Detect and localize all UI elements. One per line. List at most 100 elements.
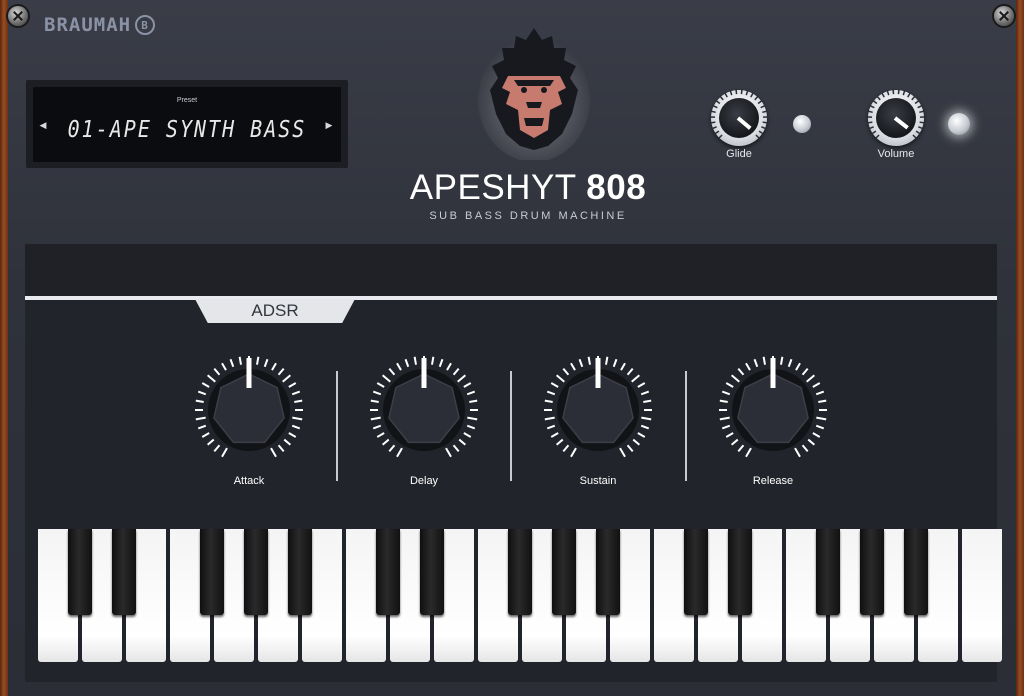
knob-tick (466, 390, 476, 396)
knob-tick (201, 382, 210, 388)
knob-tick (907, 92, 911, 98)
knob-tick (562, 367, 570, 376)
knob-tick (291, 390, 301, 396)
attack-knob[interactable] (193, 354, 305, 466)
piano-black-key[interactable] (860, 529, 884, 615)
knob-tick (912, 134, 918, 140)
knob-tick (730, 374, 740, 383)
piano-black-key[interactable] (684, 529, 708, 615)
tab-adsr[interactable]: ADSR (195, 299, 355, 323)
wood-side-left (0, 0, 8, 696)
knob-tick (546, 390, 556, 396)
knob-tick (463, 432, 472, 438)
knob-tick (712, 104, 718, 109)
knob-tick (372, 390, 382, 396)
knob-tick (469, 399, 478, 403)
piano-black-key[interactable] (508, 529, 532, 615)
piano-black-key[interactable] (728, 529, 752, 615)
knob-tick (555, 438, 564, 446)
knob-tick (719, 95, 724, 101)
glide-knob[interactable] (709, 89, 769, 146)
knob-tick (762, 356, 766, 365)
knob-tick (555, 374, 565, 383)
knob-tick (271, 362, 277, 371)
piano-black-key[interactable] (376, 529, 400, 615)
piano-black-key[interactable] (420, 529, 444, 615)
knob-tick (195, 416, 206, 421)
knob-tick (388, 367, 396, 376)
screw-icon (8, 6, 28, 26)
knob-tick (721, 390, 731, 396)
knob-tick (294, 399, 303, 403)
knob-separator (336, 371, 338, 481)
knob-tick (388, 444, 396, 453)
knob-tick (562, 444, 570, 453)
knob-tick (710, 110, 716, 114)
knob-tick (750, 92, 754, 98)
piano-black-key[interactable] (552, 529, 576, 615)
product-title-bold: 808 (586, 168, 647, 207)
delay-label: Delay (409, 475, 439, 487)
knob-tick (288, 432, 297, 438)
knob-tick (919, 110, 925, 114)
knob-tick (413, 356, 417, 365)
piano-black-key[interactable] (244, 529, 268, 615)
knob-tick (438, 358, 444, 368)
knob-tick (795, 362, 801, 371)
sustain-knob[interactable] (542, 354, 654, 466)
knob-tick (370, 399, 379, 403)
volume-knob[interactable] (866, 89, 926, 146)
knob-tick (626, 444, 634, 453)
knob-tick (376, 382, 385, 388)
knob-tick (812, 382, 821, 388)
volume-led-indicator (948, 113, 970, 135)
piano-black-key[interactable] (288, 529, 312, 615)
piano-black-key[interactable] (816, 529, 840, 615)
knob-tick (745, 447, 752, 458)
knob-tick (206, 374, 216, 383)
knob-tick (918, 126, 924, 130)
knob-tick (612, 358, 618, 368)
knob-tick (787, 358, 793, 368)
section-divider (25, 296, 997, 300)
brand-name: BRAUMAH (44, 14, 132, 36)
knob-tick (881, 92, 885, 98)
knob-pointer (770, 358, 776, 388)
knob-tick (197, 424, 207, 430)
knob-tick (886, 90, 890, 96)
knob-tick (372, 424, 382, 430)
delay-knob[interactable] (368, 354, 480, 466)
knob-tick (806, 374, 816, 383)
knob-pointer (246, 358, 252, 388)
brand-logo: BRAUMAH B (44, 14, 156, 36)
knob-tick (292, 416, 303, 421)
piano-white-key[interactable] (962, 529, 1002, 662)
knob-tick (550, 382, 559, 388)
knob-tick (869, 104, 875, 109)
preset-next-button[interactable]: ▶ (321, 115, 337, 135)
release-label: Release (752, 475, 794, 487)
product-title-light: APESHYT (409, 168, 587, 207)
knob-tick (801, 367, 809, 376)
knob-tick (867, 110, 873, 114)
knob-pointer (421, 358, 427, 388)
preset-name[interactable]: 01-APE SYNTH BASS (33, 115, 341, 143)
knob-tick (812, 432, 821, 438)
piano-black-key[interactable] (904, 529, 928, 615)
knob-tick (902, 90, 906, 96)
piano-black-key[interactable] (112, 529, 136, 615)
piano-black-key[interactable] (68, 529, 92, 615)
knob-tick (762, 110, 768, 114)
knob-tick (719, 416, 730, 421)
release-knob[interactable] (717, 354, 829, 466)
knob-tick (725, 432, 734, 438)
knob-tick (737, 444, 745, 453)
knob-tick (381, 374, 391, 383)
piano-black-key[interactable] (596, 529, 620, 615)
knob-tick (715, 99, 721, 105)
knob-tick (815, 424, 825, 430)
knob-tick (570, 447, 577, 458)
panel-header-strip (25, 244, 997, 296)
piano-black-key[interactable] (200, 529, 224, 615)
screw-icon (994, 6, 1014, 26)
